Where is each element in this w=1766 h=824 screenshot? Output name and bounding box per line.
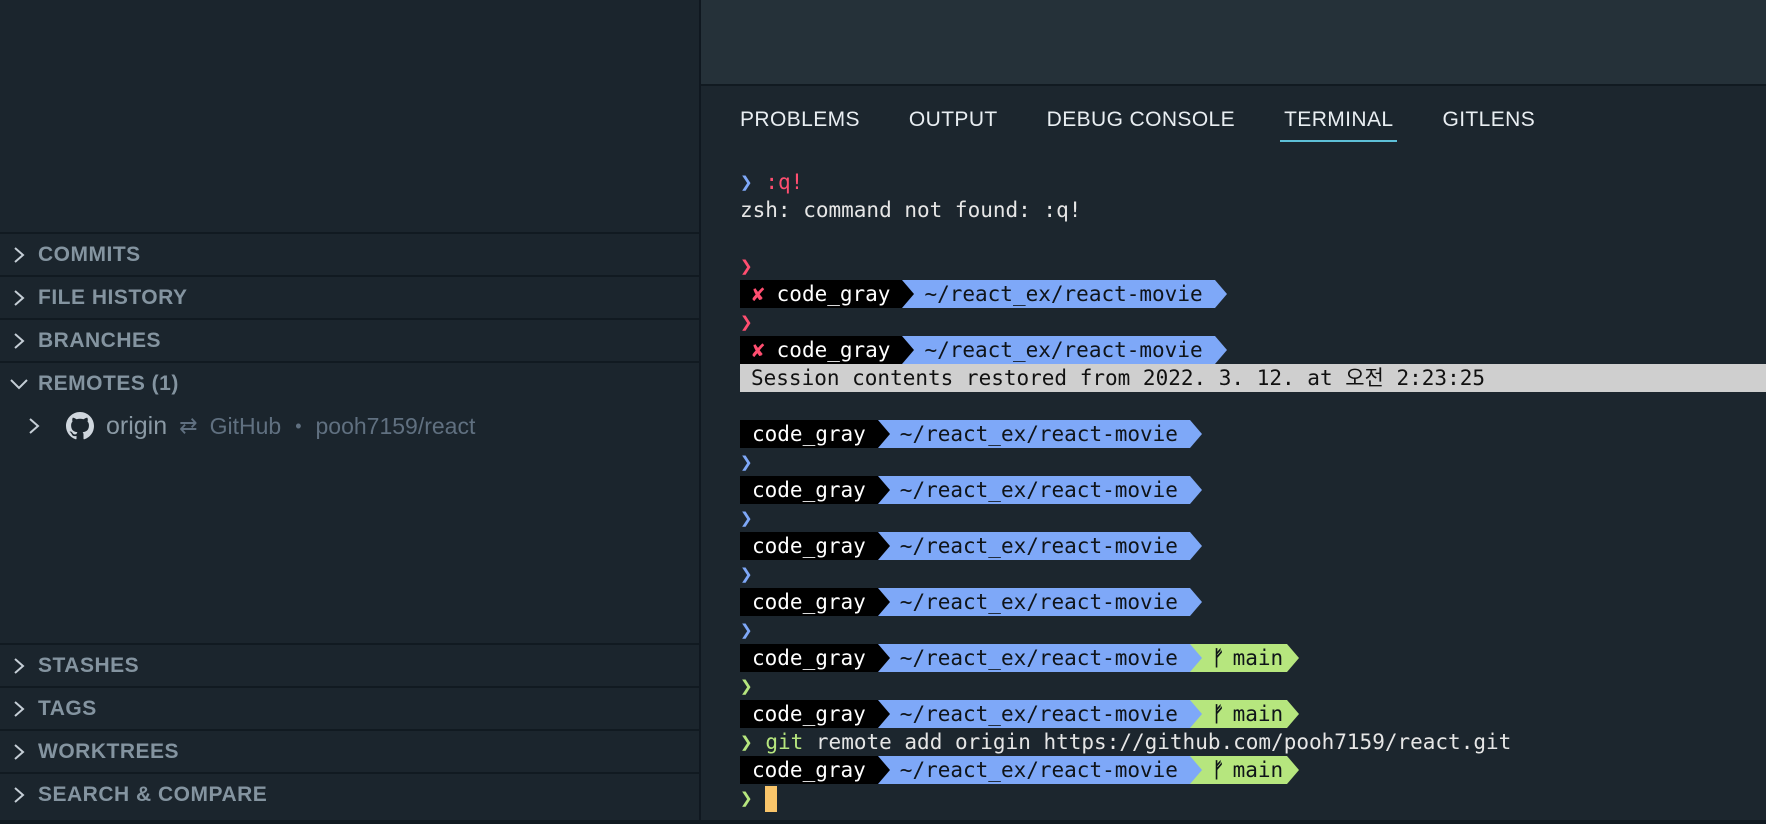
prompt-caret: ❯ bbox=[740, 254, 753, 278]
section-label: BRANCHES bbox=[38, 328, 162, 352]
prompt-git-segment: ᚠ main bbox=[1189, 644, 1300, 672]
section-search-compare[interactable]: SEARCH & COMPARE bbox=[0, 772, 699, 815]
prompt-path-segment: ~/react_ex/react-movie bbox=[877, 476, 1203, 504]
prompt-user-segment: code_gray bbox=[740, 532, 878, 560]
git-branch-icon: ᚠ bbox=[1211, 758, 1225, 782]
chevron-right-icon bbox=[0, 332, 38, 350]
prompt-path-segment: ~/react_ex/react-movie bbox=[877, 532, 1203, 560]
prompt-line: code_gray ~/react_ex/react-movie bbox=[740, 532, 1766, 560]
prompt-caret: ❯ bbox=[740, 674, 753, 698]
remote-repo: pooh7159/react bbox=[315, 412, 476, 439]
git-branch-icon: ᚠ bbox=[1211, 702, 1225, 726]
panel-tabs: PROBLEMS OUTPUT DEBUG CONSOLE TERMINAL G… bbox=[740, 108, 1584, 142]
prompt-line: ✘ code_gray ~/react_ex/react-movie bbox=[740, 224, 1766, 308]
prompt-line: code_gray ~/react_ex/react-movie ᚠ main bbox=[740, 644, 1766, 672]
bottom-panel: PROBLEMS OUTPUT DEBUG CONSOLE TERMINAL G… bbox=[701, 86, 1766, 824]
prompt-user-segment: code_gray bbox=[740, 588, 878, 616]
prompt-line: code_gray ~/react_ex/react-movie ᚠ main bbox=[740, 756, 1766, 784]
section-label: STASHES bbox=[38, 653, 140, 677]
prompt-path-segment: ~/react_ex/react-movie bbox=[877, 644, 1190, 672]
chevron-right-icon bbox=[0, 246, 38, 264]
separator-dot: • bbox=[295, 415, 302, 436]
section-commits[interactable]: COMMITS bbox=[0, 232, 699, 275]
prompt-user-segment: code_gray bbox=[740, 420, 878, 448]
section-file-history[interactable]: FILE HISTORY bbox=[0, 275, 699, 318]
remote-item-origin[interactable]: origin ⇄ GitHub • pooh7159/react bbox=[0, 403, 699, 449]
terminal-line: ❯ :q! bbox=[740, 170, 804, 194]
panel-bottom-border bbox=[0, 820, 1766, 824]
prompt-caret: ❯ bbox=[740, 618, 753, 642]
prompt-line: code_gray ~/react_ex/react-movie bbox=[740, 588, 1766, 616]
prompt-user-segment: code_gray bbox=[740, 476, 878, 504]
section-label: COMMITS bbox=[38, 242, 141, 266]
prompt-git-segment: ᚠ main bbox=[1189, 700, 1300, 728]
prompt-user-segment: code_gray bbox=[740, 644, 878, 672]
prompt-user-segment: code_gray bbox=[740, 756, 878, 784]
tab-debug-console[interactable]: DEBUG CONSOLE bbox=[1047, 108, 1235, 142]
section-label: FILE HISTORY bbox=[38, 285, 188, 309]
terminal-input-line[interactable]: ❯ bbox=[740, 784, 1766, 812]
editor-area bbox=[701, 0, 1766, 86]
section-tags[interactable]: TAGS bbox=[0, 686, 699, 729]
section-worktrees[interactable]: WORKTREES bbox=[0, 729, 699, 772]
prompt-git-segment: ᚠ main bbox=[1189, 756, 1300, 784]
chevron-right-icon bbox=[28, 417, 48, 435]
terminal-output[interactable]: ❯ :q! zsh: command not found: :q! ✘ code_… bbox=[740, 168, 1766, 812]
section-label: REMOTES (1) bbox=[38, 371, 179, 395]
prompt-line: code_gray ~/react_ex/react-movie bbox=[740, 476, 1766, 504]
prompt-path-segment: ~/react_ex/react-movie bbox=[877, 756, 1190, 784]
github-icon bbox=[66, 411, 96, 441]
prompt-caret: ❯ bbox=[740, 506, 753, 530]
gitlens-sidebar: COMMITS FILE HISTORY BRANCHES REMOTES (1… bbox=[0, 0, 701, 824]
section-stashes[interactable]: STASHES bbox=[0, 643, 699, 686]
prompt-line: ✘ code_gray ~/react_ex/react-movie bbox=[740, 280, 1766, 364]
tab-terminal[interactable]: TERMINAL bbox=[1280, 108, 1398, 142]
prompt-path-segment: ~/react_ex/react-movie bbox=[877, 700, 1190, 728]
git-branch-icon: ᚠ bbox=[1211, 646, 1225, 670]
session-restored-banner: Session contents restored from 2022. 3. … bbox=[740, 364, 1766, 392]
remote-name: origin bbox=[106, 411, 168, 440]
prompt-user-segment: code_gray bbox=[740, 700, 878, 728]
remote-provider: GitHub bbox=[209, 412, 282, 439]
section-label: SEARCH & COMPARE bbox=[38, 782, 268, 806]
tab-gitlens[interactable]: GITLENS bbox=[1442, 108, 1535, 142]
terminal-command-line: ❯ git remote add origin https://github.c… bbox=[740, 730, 1512, 754]
prompt-path-segment: ~/react_ex/react-movie bbox=[877, 420, 1203, 448]
section-remotes[interactable]: REMOTES (1) bbox=[0, 361, 699, 404]
chevron-right-icon bbox=[0, 289, 38, 307]
terminal-cursor bbox=[764, 786, 777, 812]
prompt-line: code_gray ~/react_ex/react-movie ᚠ main bbox=[740, 700, 1766, 728]
prompt-line: code_gray ~/react_ex/react-movie bbox=[740, 420, 1766, 448]
prompt-path-segment: ~/react_ex/react-movie bbox=[877, 588, 1203, 616]
chevron-right-icon bbox=[0, 743, 38, 761]
chevron-right-icon bbox=[0, 786, 38, 804]
section-label: WORKTREES bbox=[38, 739, 179, 763]
prompt-caret: ❯ bbox=[740, 562, 753, 586]
prompt-caret: ❯ bbox=[740, 450, 753, 474]
tab-output[interactable]: OUTPUT bbox=[909, 108, 998, 142]
terminal-line: zsh: command not found: :q! bbox=[740, 198, 1082, 222]
chevron-down-icon bbox=[0, 378, 38, 390]
chevron-right-icon bbox=[0, 657, 38, 675]
tab-problems[interactable]: PROBLEMS bbox=[740, 108, 860, 142]
section-branches[interactable]: BRANCHES bbox=[0, 318, 699, 361]
sync-arrows-icon: ⇄ bbox=[179, 413, 198, 438]
prompt-caret: ❯ bbox=[740, 310, 753, 334]
chevron-right-icon bbox=[0, 700, 38, 718]
section-label: TAGS bbox=[38, 696, 97, 720]
